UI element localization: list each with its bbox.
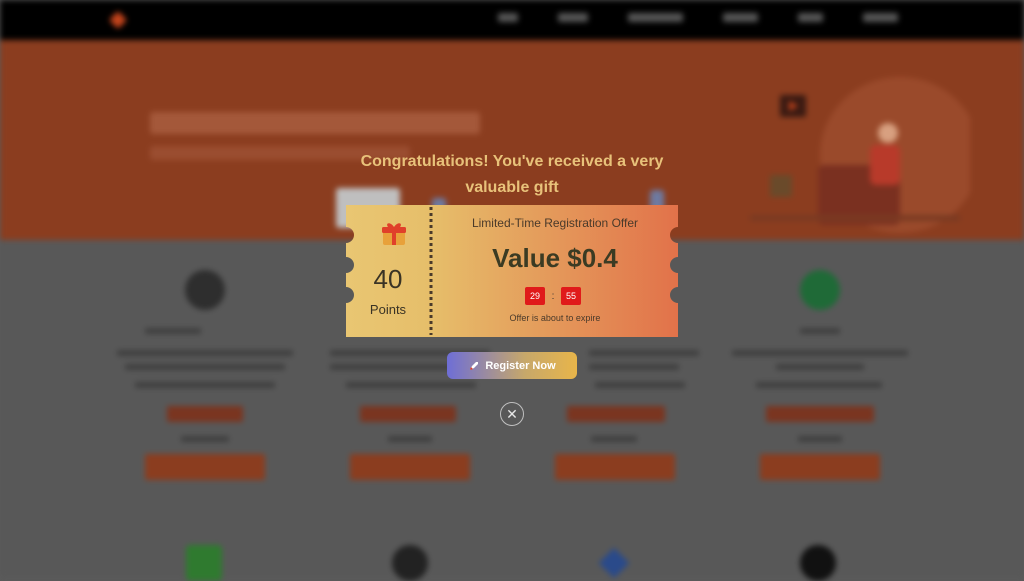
logo-icon: [108, 10, 128, 30]
spotify-icon: [800, 270, 840, 310]
card-line: [800, 328, 840, 334]
card-line: [181, 436, 229, 442]
timer-seconds: 55: [561, 287, 581, 305]
card-line: [595, 382, 685, 388]
card-icon: [185, 270, 225, 310]
card-line: [117, 350, 293, 356]
card-line: [589, 364, 679, 370]
nav-item: [628, 13, 683, 22]
points-label: Points: [369, 302, 407, 317]
card-line: [135, 382, 275, 388]
card-line: [798, 436, 842, 442]
hero-illustration: [750, 77, 970, 233]
card-price-placeholder: [766, 406, 874, 422]
site-logo: [108, 10, 132, 30]
close-icon: ✕: [506, 405, 518, 422]
expire-note: Offer is about to expire: [509, 313, 601, 323]
offer-title: Limited-Time Registration Offer: [471, 216, 639, 230]
card-line: [776, 364, 864, 370]
gift-headline: Congratulations! You've received a very …: [360, 153, 664, 196]
nav-item: [723, 13, 758, 22]
register-now-label: Register Now: [485, 359, 556, 372]
value-text: Value $0.4: [492, 243, 618, 273]
card-button: [350, 454, 470, 480]
card-line: [732, 350, 908, 356]
card-price-placeholder: [567, 406, 665, 422]
card-line: [346, 382, 476, 388]
card-line: [591, 436, 637, 442]
product-card: [720, 252, 920, 494]
card-line: [145, 328, 201, 334]
product-card: [105, 252, 305, 494]
card-button: [760, 454, 880, 480]
card-line: [125, 364, 285, 370]
nav-item: [863, 13, 898, 22]
points-value: 40: [373, 264, 403, 294]
timer-separator: :: [551, 290, 555, 302]
nav-item: [798, 13, 823, 22]
card-price-placeholder: [360, 406, 456, 422]
card-line: [388, 436, 432, 442]
close-button[interactable]: ✕: [500, 402, 524, 426]
countdown-timer: 29 : 55: [525, 287, 581, 305]
nav-item: [498, 13, 518, 22]
card-price-placeholder: [167, 406, 243, 422]
card-line: [756, 382, 882, 388]
nav-menu: [498, 13, 938, 22]
register-now-button[interactable]: Register Now: [447, 352, 577, 379]
card-button: [555, 454, 675, 480]
nav-item: [558, 13, 588, 22]
timer-minutes: 29: [525, 287, 545, 305]
card-line: [589, 350, 699, 356]
card-button: [145, 454, 265, 480]
rocket-icon: [470, 361, 479, 370]
hero-title-placeholder: [150, 112, 480, 134]
gift-icon: [382, 223, 406, 245]
navbar: [0, 0, 1024, 40]
